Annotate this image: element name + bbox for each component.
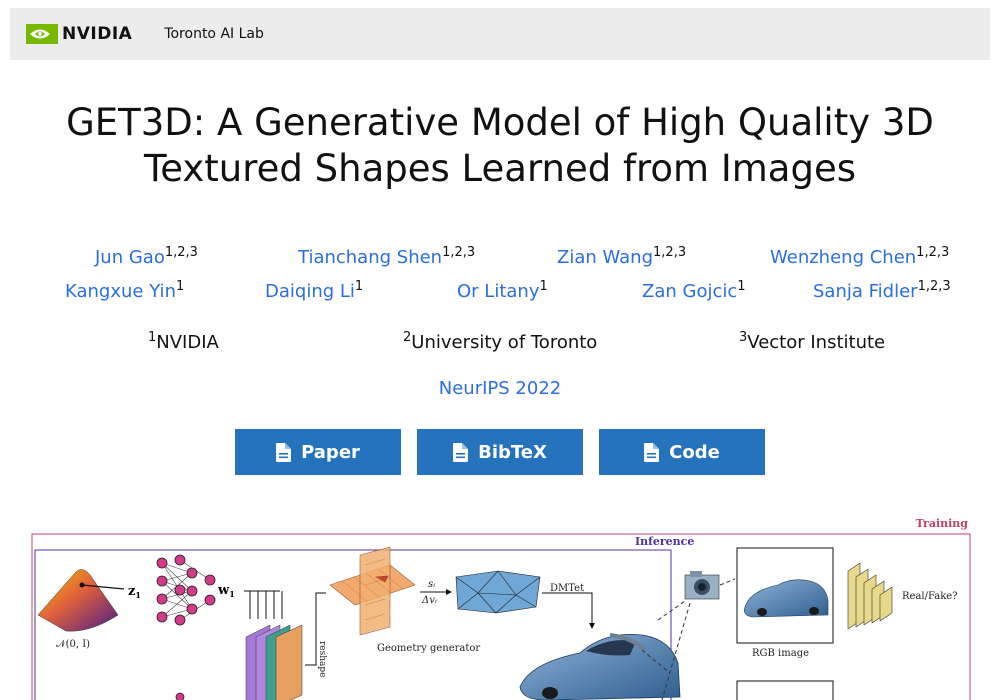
paper-button-label: Paper <box>301 441 360 463</box>
bibtex-button-label: BibTeX <box>478 441 547 463</box>
tet-mesh <box>455 570 541 614</box>
training-label: Training <box>916 517 969 530</box>
w-label: w1 <box>217 583 235 599</box>
discriminator <box>847 562 893 630</box>
normal-dist-label: 𝒩(0, I) <box>56 639 90 650</box>
author-sanja-fidler[interactable]: Sanja Fidler1,2,3 <box>813 279 951 302</box>
author-jun-gao[interactable]: Jun Gao1,2,3 <box>95 245 198 268</box>
venue-link[interactable]: NeurIPS 2022 <box>0 378 1000 399</box>
nvidia-logo[interactable]: NVIDIA <box>26 24 132 44</box>
mapping-network <box>161 559 211 621</box>
file-icon <box>644 442 660 462</box>
reshape-label: reshape <box>317 641 327 678</box>
mask-image-frame <box>736 680 834 700</box>
gaussian-surface <box>37 569 119 632</box>
dmtet-label: DMTet <box>550 583 584 594</box>
feature-arrows <box>244 590 283 619</box>
bibtex-button[interactable]: BibTeX <box>417 429 583 475</box>
generated-car <box>519 633 681 700</box>
code-button[interactable]: Code <box>599 429 765 475</box>
author-wenzheng-chen[interactable]: Wenzheng Chen1,2,3 <box>770 245 949 268</box>
si-label: sᵢ <box>428 579 435 590</box>
z-label: z1 <box>128 584 141 600</box>
affiliation-nvidia: 1NVIDIA <box>148 330 219 353</box>
author-daiqing-li[interactable]: Daiqing Li1 <box>265 279 363 302</box>
mapping-nodes <box>156 554 216 626</box>
inference-label: Inference <box>635 535 694 548</box>
author-tianchang-shen[interactable]: Tianchang Shen1,2,3 <box>298 245 475 268</box>
rgb-image-label: RGB image <box>752 648 809 659</box>
toronto-ai-lab-link[interactable]: Toronto AI Lab <box>164 26 264 42</box>
pipeline-figure: Training Inference 𝒩(0, I) z1 w1 reshape… <box>30 515 972 700</box>
delta-v-label: Δvᵢ <box>421 595 437 606</box>
code-button-label: Code <box>669 441 720 463</box>
page-title: GET3D: A Generative Model of High Qualit… <box>66 101 934 190</box>
file-icon <box>276 442 292 462</box>
nvidia-wordmark: NVIDIA <box>62 24 133 44</box>
orthogonal-planes <box>329 546 416 636</box>
affiliation-vector: 3Vector Institute <box>739 330 886 353</box>
paper-button[interactable]: Paper <box>235 429 401 475</box>
triplane-stack <box>245 624 303 700</box>
navbar: NVIDIA Toronto AI Lab <box>10 8 990 60</box>
author-or-litany[interactable]: Or Litany1 <box>457 279 548 302</box>
pipeline-diagram: Training Inference 𝒩(0, I) z1 w1 reshape… <box>31 517 971 700</box>
nvidia-eye-icon <box>26 24 58 44</box>
mapping-node-lower <box>175 692 185 700</box>
camera-icon <box>684 571 720 600</box>
geometry-generator-label: Geometry generator <box>377 643 480 654</box>
author-kangxue-yin[interactable]: Kangxue Yin1 <box>65 279 184 302</box>
file-icon <box>453 442 469 462</box>
dmtet-arrow <box>542 592 593 623</box>
real-fake-label: Real/Fake? <box>902 591 958 602</box>
author-zan-gojcic[interactable]: Zan Gojcic1 <box>642 279 746 302</box>
affiliation-uoft: 2University of Toronto <box>403 330 598 353</box>
author-zian-wang[interactable]: Zian Wang1,2,3 <box>557 245 686 268</box>
